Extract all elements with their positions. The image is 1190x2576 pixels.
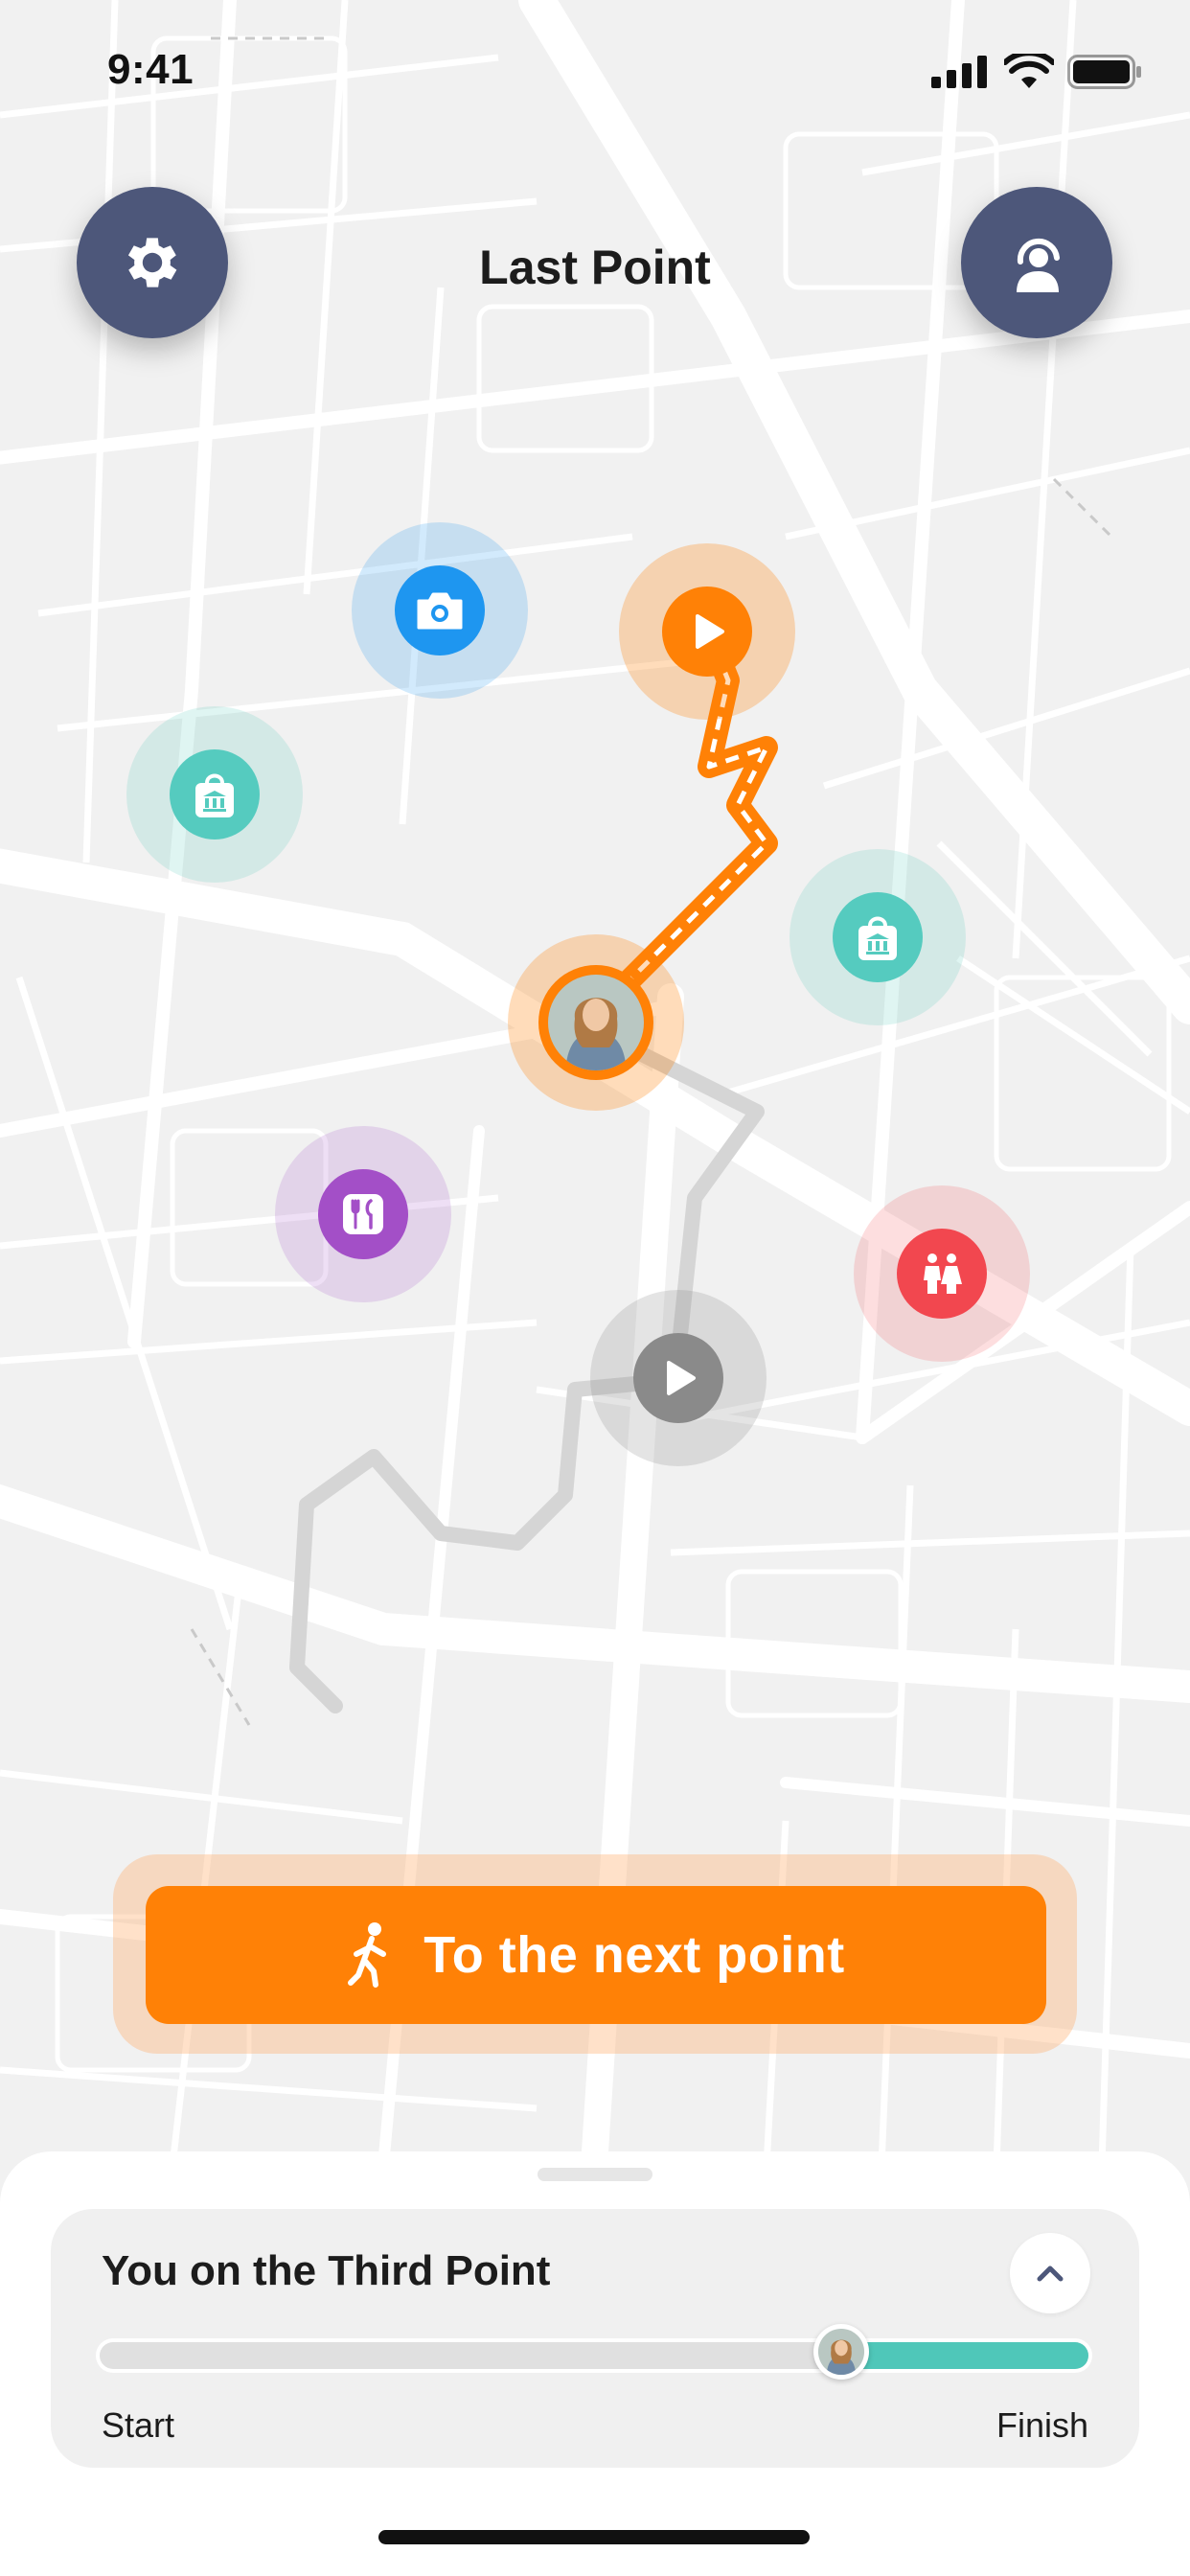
camera-icon bbox=[417, 592, 463, 630]
current-position-marker[interactable] bbox=[508, 934, 684, 1111]
restroom-point-marker[interactable] bbox=[854, 1185, 1030, 1362]
progress-start-label: Start bbox=[102, 2405, 175, 2445]
walking-person-icon bbox=[348, 1922, 387, 1988]
status-time: 9:41 bbox=[107, 46, 195, 93]
assistant-button[interactable] bbox=[961, 187, 1112, 338]
finish-point-marker[interactable] bbox=[590, 1290, 767, 1466]
avatar bbox=[817, 2328, 865, 2376]
museum-point-marker[interactable] bbox=[790, 849, 966, 1025]
food-point-marker[interactable] bbox=[275, 1126, 451, 1302]
play-icon bbox=[667, 1361, 696, 1395]
chevron-up-icon bbox=[1037, 2266, 1064, 2282]
museum-point-marker[interactable] bbox=[126, 706, 303, 883]
museum-bag-icon bbox=[858, 916, 897, 960]
play-icon bbox=[696, 614, 724, 649]
camera-point-marker[interactable] bbox=[352, 522, 528, 699]
collapse-button[interactable] bbox=[1010, 2233, 1090, 2313]
progress-avatar[interactable] bbox=[813, 2324, 869, 2380]
start-point-marker[interactable] bbox=[619, 543, 795, 720]
home-indicator[interactable] bbox=[378, 2530, 810, 2544]
progress-track bbox=[100, 2324, 1088, 2380]
museum-bag-icon bbox=[195, 773, 234, 817]
progress-remaining-fill bbox=[841, 2342, 1088, 2369]
cellular-signal-icon bbox=[931, 56, 987, 88]
status-icons bbox=[931, 54, 1142, 90]
progress-finish-label: Finish bbox=[995, 2405, 1088, 2445]
next-point-label: To the next point bbox=[423, 1926, 845, 1984]
headset-icon bbox=[1017, 238, 1060, 292]
fork-knife-icon bbox=[343, 1194, 383, 1234]
sheet-drag-handle[interactable] bbox=[538, 2168, 652, 2181]
wifi-icon bbox=[1004, 54, 1054, 88]
avatar bbox=[548, 975, 644, 1070]
restroom-icon bbox=[924, 1254, 962, 1294]
next-point-button[interactable]: To the next point bbox=[146, 1886, 1046, 2024]
battery-icon bbox=[1067, 55, 1141, 89]
progress-title: You on the Third Point bbox=[102, 2247, 551, 2294]
